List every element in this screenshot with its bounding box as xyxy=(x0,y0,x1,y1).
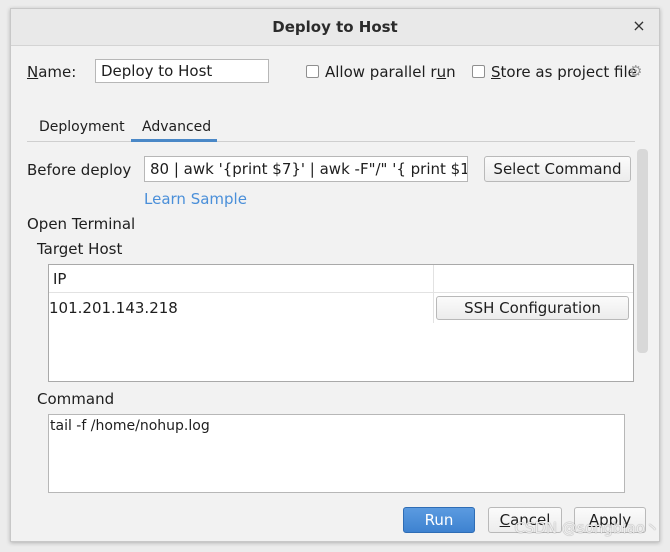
select-command-button[interactable]: Select Command xyxy=(484,156,631,182)
table-header: IP xyxy=(49,265,633,293)
allow-parallel-run-checkbox[interactable] xyxy=(306,65,319,78)
tab-deployment[interactable]: Deployment xyxy=(39,119,125,135)
watermark-text: CSDN @songbiao丶 xyxy=(514,519,660,537)
allow-parallel-run-label: Allow parallel run xyxy=(325,63,456,81)
dialog-title: Deploy to Host xyxy=(272,18,398,36)
host-ip-cell: 101.201.143.218 xyxy=(49,299,178,317)
learn-sample-link[interactable]: Learn Sample xyxy=(144,190,247,208)
column-divider xyxy=(433,293,434,323)
target-host-label: Target Host xyxy=(37,240,123,258)
tab-advanced[interactable]: Advanced xyxy=(142,119,211,135)
before-deploy-label: Before deploy xyxy=(27,161,132,179)
column-divider xyxy=(433,265,434,292)
run-button[interactable]: Run xyxy=(403,507,475,533)
gear-icon[interactable]: ⚙ xyxy=(629,62,642,80)
close-icon[interactable]: × xyxy=(629,16,649,36)
ssh-configuration-button[interactable]: SSH Configuration xyxy=(436,296,629,320)
scrollbar-thumb[interactable] xyxy=(637,149,648,353)
target-host-table: IP 101.201.143.218 SSH Configuration xyxy=(48,264,634,382)
tab-strip-divider xyxy=(27,141,635,142)
command-textarea[interactable]: tail -f /home/nohup.log xyxy=(48,414,625,493)
store-as-project-file-checkbox[interactable] xyxy=(472,65,485,78)
command-label: Command xyxy=(37,390,115,408)
name-input[interactable]: Deploy to Host xyxy=(95,59,269,83)
store-as-project-file-label: Store as project file xyxy=(491,63,637,81)
column-header-ip: IP xyxy=(53,270,67,288)
tab-selected-indicator xyxy=(131,139,217,142)
table-row[interactable]: 101.201.143.218 SSH Configuration xyxy=(49,293,633,323)
deploy-dialog: Deploy to Host × Name: Deploy to Host Al… xyxy=(10,8,660,542)
name-label: Name: xyxy=(27,63,77,81)
open-terminal-label: Open Terminal xyxy=(27,215,136,233)
before-deploy-command-field[interactable]: 80 | awk '{print $7}' | awk -F"/" '{ pri… xyxy=(144,156,468,182)
title-bar: Deploy to Host × xyxy=(11,9,659,46)
